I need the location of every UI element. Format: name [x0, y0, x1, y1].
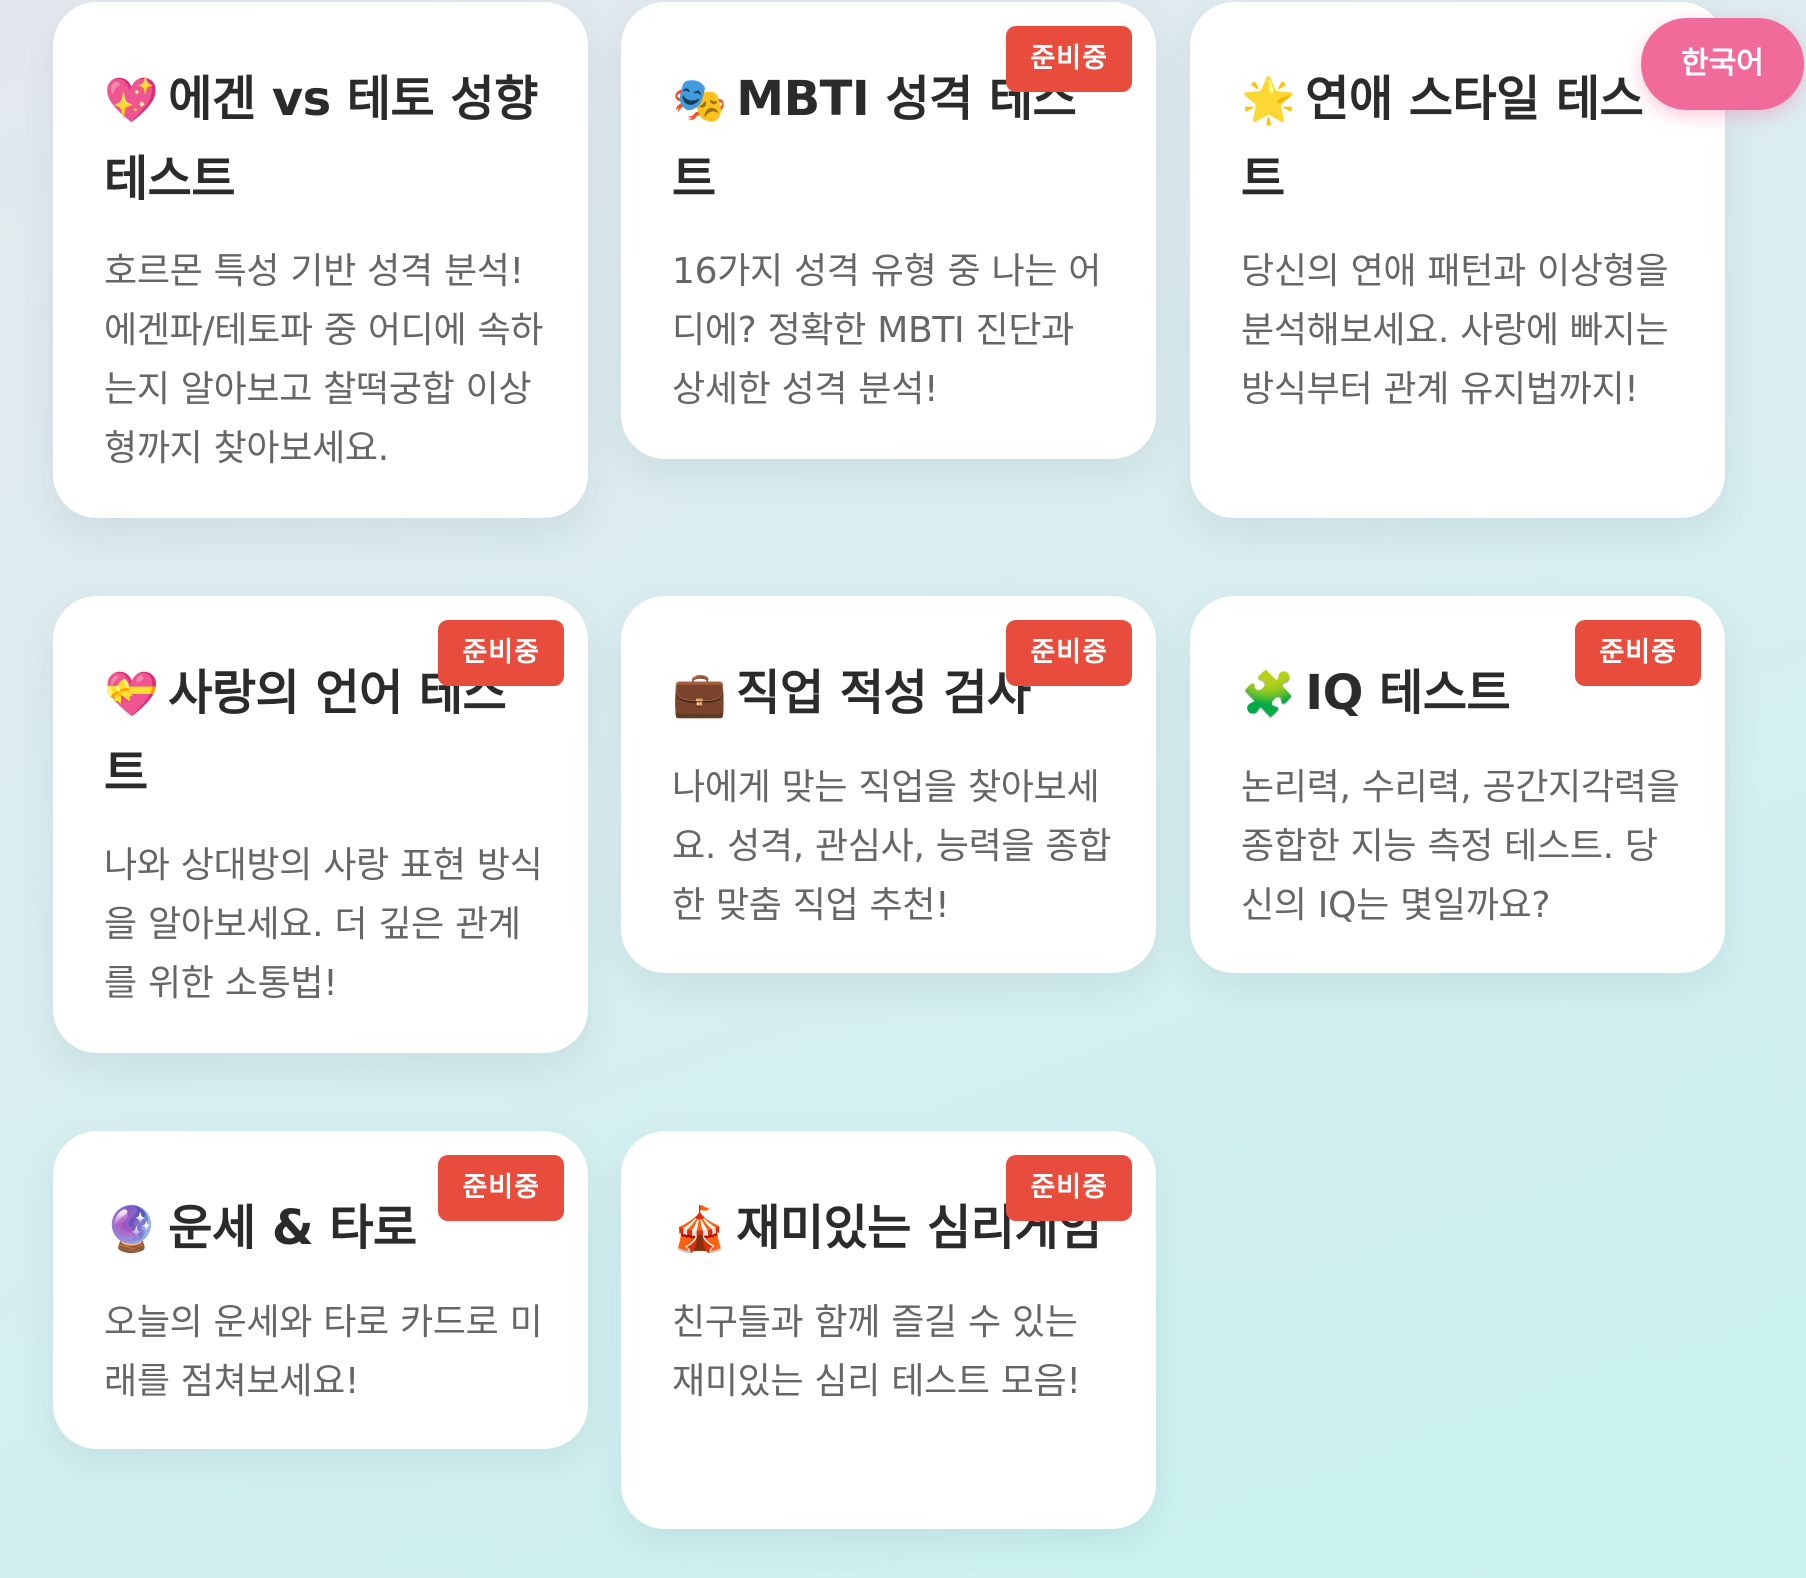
briefcase-icon: 💼	[672, 669, 727, 720]
circus-tent-icon: 🎪	[672, 1204, 727, 1255]
card-title-text: 운세 & 타로	[168, 1200, 417, 1256]
card-title: 🌟 연애 스타일 테스트	[1241, 60, 1685, 218]
coming-soon-badge: 준비중	[438, 620, 564, 686]
coming-soon-badge: 준비중	[438, 1155, 564, 1221]
test-card-iq[interactable]: 준비중 🧩 IQ 테스트 논리력, 수리력, 공간지각력을 종합한 지능 측정 테…	[1190, 596, 1725, 973]
test-card-psych-game[interactable]: 준비중 🎪 재미있는 심리게임 친구들과 함께 즐길 수 있는 재미있는 심리 테…	[621, 1131, 1156, 1529]
card-description: 나와 상대방의 사랑 표현 방식을 알아보세요. 더 깊은 관계를 위한 소통법…	[104, 845, 543, 1004]
card-title-text: 연애 스타일 테스트	[1241, 71, 1644, 207]
sparkling-heart-icon: 💖	[104, 75, 159, 126]
coming-soon-badge: 준비중	[1006, 620, 1132, 686]
card-description: 호르몬 특성 기반 성격 분석! 에겐파/테토파 중 어디에 속하는지 알아보고…	[104, 251, 544, 469]
puzzle-piece-icon: 🧩	[1241, 669, 1296, 720]
test-card-mbti[interactable]: 준비중 🎭 MBTI 성격 테스트 16가지 성격 유형 중 나는 어디에? 정확…	[621, 2, 1156, 459]
card-title-text: 직업 적성 검사	[736, 665, 1031, 721]
test-card-egen-teto[interactable]: 💖 에겐 vs 테토 성향 테스트 호르몬 특성 기반 성격 분석! 에겐파/테토…	[53, 2, 588, 518]
card-title-text: IQ 테스트	[1305, 665, 1511, 721]
card-description: 나에게 맞는 직업을 찾아보세요. 성격, 관심사, 능력을 종합한 맞춤 직업…	[672, 767, 1112, 926]
heart-with-ribbon-icon: 💝	[104, 669, 159, 720]
card-title: 💖 에겐 vs 테토 성향 테스트	[104, 60, 548, 218]
card-description: 논리력, 수리력, 공간지각력을 종합한 지능 측정 테스트. 당신의 IQ는 …	[1241, 767, 1680, 926]
theater-masks-icon: 🎭	[672, 75, 727, 126]
card-description: 16가지 성격 유형 중 나는 어디에? 정확한 MBTI 진단과 상세한 성격…	[672, 251, 1102, 410]
test-card-career-aptitude[interactable]: 준비중 💼 직업 적성 검사 나에게 맞는 직업을 찾아보세요. 성격, 관심사,…	[621, 596, 1156, 973]
card-title-text: 에겐 vs 테토 성향 테스트	[104, 71, 538, 207]
card-description: 친구들과 함께 즐길 수 있는 재미있는 심리 테스트 모음!	[672, 1302, 1081, 1402]
test-card-love-language[interactable]: 준비중 💝 사랑의 언어 테스트 나와 상대방의 사랑 표현 방식을 알아보세요.…	[53, 596, 588, 1053]
glowing-star-icon: 🌟	[1241, 75, 1296, 126]
card-description: 오늘의 운세와 타로 카드로 미래를 점쳐보세요!	[104, 1302, 543, 1402]
test-card-grid: 💖 에겐 vs 테토 성향 테스트 호르몬 특성 기반 성격 분석! 에겐파/테토…	[53, 2, 1725, 1578]
coming-soon-badge: 준비중	[1006, 1155, 1132, 1221]
language-select-button[interactable]: 한국어	[1641, 18, 1804, 110]
crystal-ball-icon: 🔮	[104, 1204, 159, 1255]
coming-soon-badge: 준비중	[1006, 26, 1132, 92]
card-description: 당신의 연애 패턴과 이상형을 분석해보세요. 사랑에 빠지는 방식부터 관계 …	[1241, 251, 1669, 410]
test-card-fortune-tarot[interactable]: 준비중 🔮 운세 & 타로 오늘의 운세와 타로 카드로 미래를 점쳐보세요!	[53, 1131, 588, 1449]
coming-soon-badge: 준비중	[1575, 620, 1701, 686]
